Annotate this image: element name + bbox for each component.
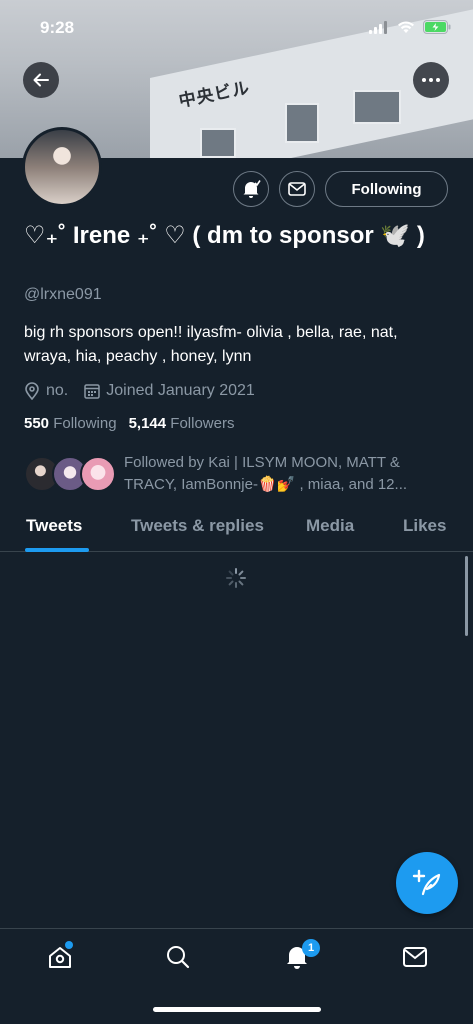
status-time: 9:28 [40, 18, 75, 37]
banner-window [285, 103, 319, 143]
joined-text: Joined January 2021 [106, 382, 255, 399]
message-button[interactable] [279, 171, 315, 207]
compose-tweet-button[interactable] [396, 852, 458, 914]
back-button[interactable] [23, 62, 59, 98]
home-indicator[interactable] [153, 1007, 321, 1012]
search-tab[interactable] [164, 943, 192, 971]
status-bar: 9:28 [0, 0, 473, 52]
location-text: no. [46, 382, 69, 399]
notify-button[interactable] [233, 171, 269, 207]
followers-label: Followers [170, 415, 235, 432]
followers-count: 5,144 [128, 415, 167, 432]
follower-avatar [80, 456, 116, 492]
home-badge-dot [65, 941, 73, 949]
user-handle: @lrxne091 [24, 286, 102, 303]
search-icon [167, 946, 190, 969]
arrow-left-icon [33, 73, 49, 87]
status-icons [369, 20, 451, 34]
wifi-icon [398, 20, 414, 33]
followed-by-text: Followed by Kai | ILSYM MOON, MATT & TRA… [124, 454, 408, 493]
envelope-icon [288, 182, 306, 196]
location: no. [24, 382, 68, 400]
tab-media[interactable]: Media [306, 516, 354, 536]
messages-tab[interactable] [401, 943, 429, 971]
battery-icon [423, 20, 451, 34]
profile-meta: no. Joined January 2021 [24, 382, 271, 400]
active-tab-indicator [25, 548, 89, 552]
more-icon [422, 78, 440, 82]
bell-icon [243, 180, 261, 198]
profile-avatar[interactable] [22, 127, 102, 207]
banner-window [200, 128, 236, 158]
compose-feather-icon [412, 869, 441, 896]
profile-tabs: Tweets Tweets & replies Media Likes [0, 506, 473, 552]
following-count: 550 [24, 415, 50, 432]
follow-counts: 550 Following 5,144 Followers [24, 415, 234, 432]
envelope-icon [403, 947, 427, 967]
scrollbar[interactable] [465, 556, 468, 636]
followers-link[interactable]: 5,144 Followers [129, 415, 235, 432]
followed-by[interactable]: Followed by Kai | ILSYM MOON, MATT & TRA… [24, 452, 449, 496]
tab-tweets[interactable]: Tweets [26, 516, 82, 536]
home-tab[interactable] [46, 941, 74, 971]
following-label: Following [53, 415, 117, 432]
location-pin-icon [25, 382, 39, 400]
following-link[interactable]: 550 Following [24, 415, 117, 432]
profile-bio: big rh sponsors open!! ilyasfm- olivia ,… [24, 324, 398, 365]
banner-window [353, 90, 401, 124]
calendar-icon [84, 384, 100, 399]
display-name: ♡₊˚ Irene ₊˚ ♡ ( dm to sponsor 🕊️ ) [24, 222, 425, 249]
following-button[interactable]: Following [325, 171, 448, 207]
more-button[interactable] [413, 62, 449, 98]
joined-date: Joined January 2021 [84, 382, 255, 400]
loading-spinner-icon [226, 568, 246, 588]
tab-tweets-replies[interactable]: Tweets & replies [131, 516, 264, 536]
notifications-tab[interactable]: 1 [283, 939, 320, 971]
tab-likes[interactable]: Likes [403, 516, 446, 536]
notifications-badge: 1 [302, 939, 320, 957]
signal-icon [369, 20, 387, 34]
